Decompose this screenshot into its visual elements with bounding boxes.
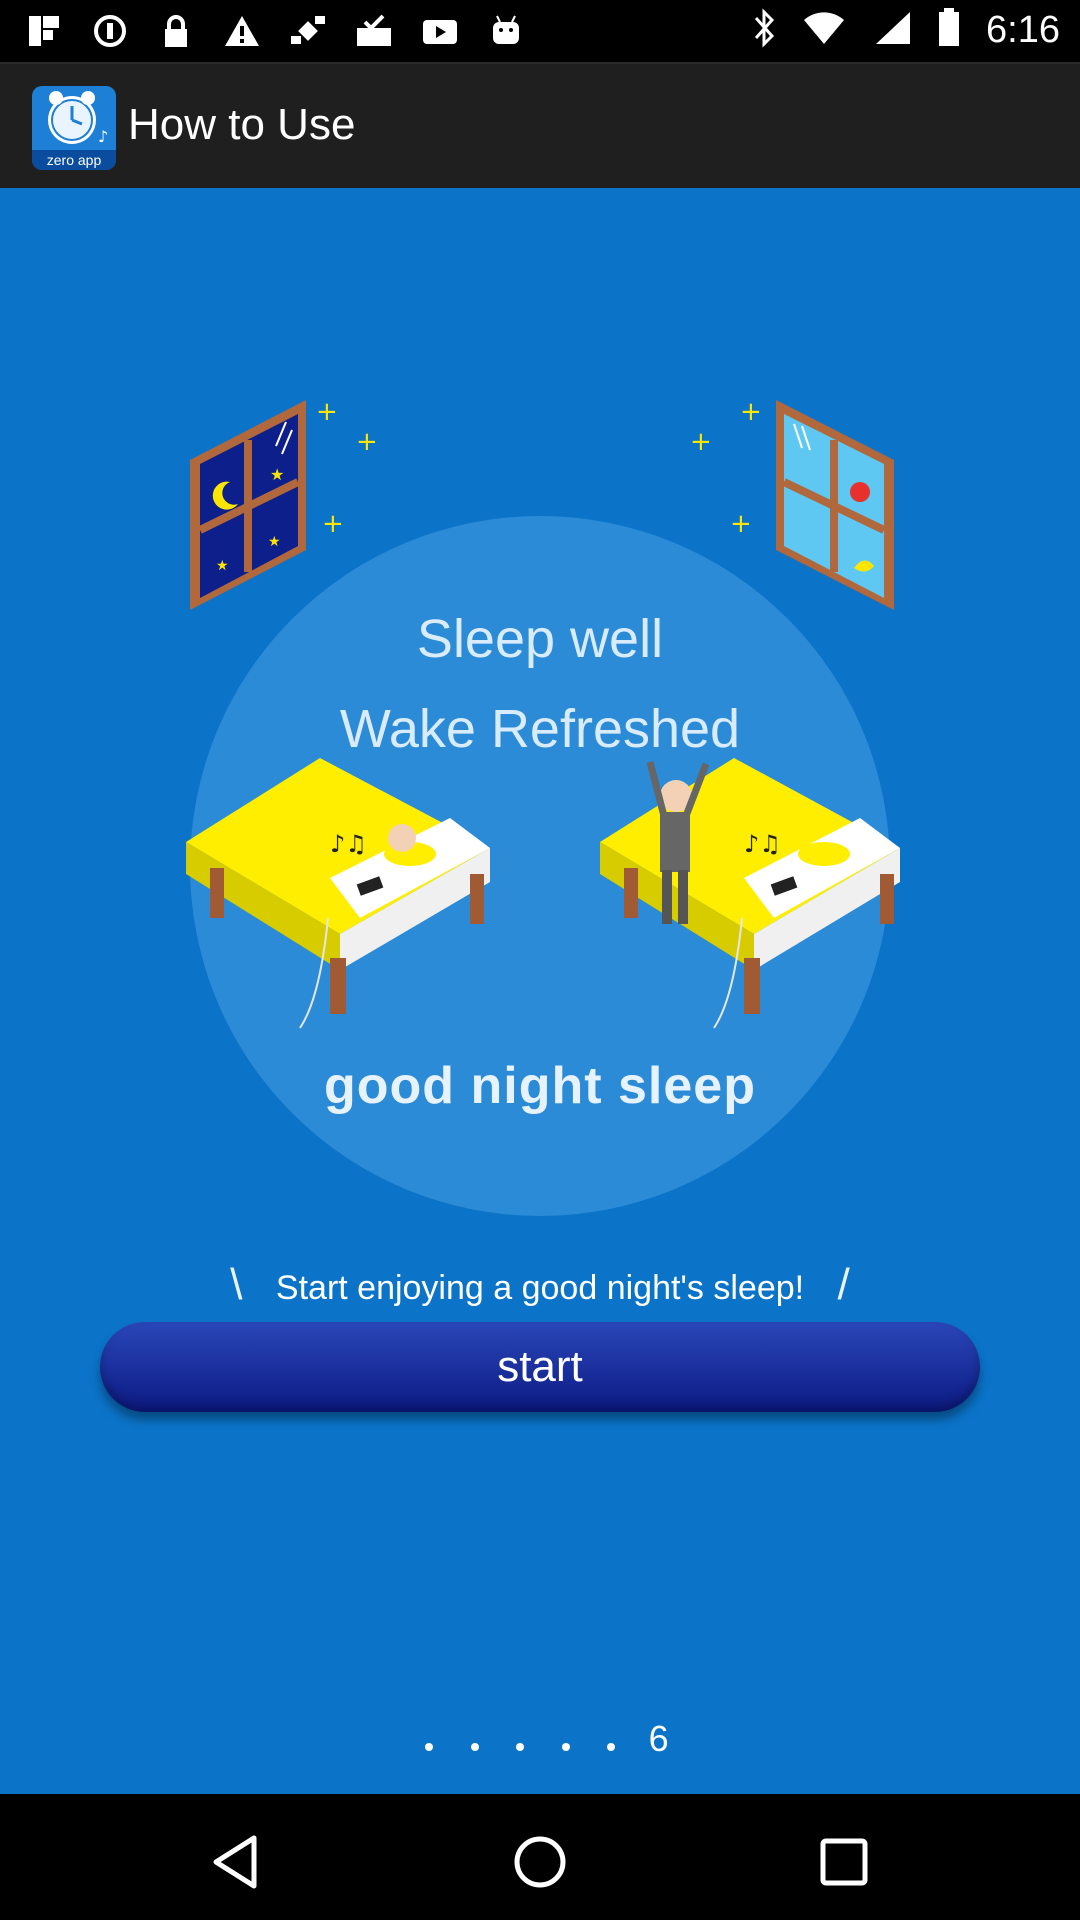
page-dot — [561, 1743, 570, 1751]
status-left-icons — [22, 10, 528, 52]
status-time: 6:16 — [986, 9, 1060, 51]
svg-text:+: + — [316, 400, 338, 427]
sleeping-bed-illustration: ♪♫ — [186, 758, 490, 1029]
svg-text:★: ★ — [268, 534, 281, 550]
page-dot — [607, 1743, 616, 1751]
warning-icon — [220, 10, 264, 52]
svg-text:+: + — [730, 509, 752, 539]
sleep-well-text: Sleep well — [416, 609, 664, 669]
wifi-icon — [802, 10, 846, 51]
android-icon — [484, 10, 528, 52]
page-dot — [516, 1743, 525, 1751]
svg-text:★: ★ — [270, 465, 284, 484]
svg-text:+: + — [740, 400, 762, 427]
start-button[interactable]: start — [100, 1322, 980, 1412]
navigation-bar — [0, 1794, 1080, 1920]
battery-icon — [938, 8, 960, 53]
caption-left-mark: \ — [230, 1260, 243, 1309]
flipboard-icon — [22, 10, 66, 52]
caption-text: Start enjoying a good night's sleep! — [275, 1269, 805, 1307]
home-icon[interactable] — [500, 1822, 580, 1902]
app-logo-icon[interactable]: ♪ zero app — [32, 86, 116, 170]
good-night-sleep-text: good night sleep — [324, 1057, 756, 1115]
svg-text:♪♫: ♪♫ — [330, 830, 367, 858]
current-page-number: 6 — [648, 1718, 669, 1759]
svg-text:+: + — [690, 427, 712, 457]
inbox-check-icon — [352, 10, 396, 52]
waking-bed-illustration: ♪♫ — [600, 758, 900, 1029]
svg-text:♪♫: ♪♫ — [744, 830, 781, 858]
day-window-illustration: + + + — [690, 400, 894, 610]
svg-text:♪: ♪ — [98, 127, 108, 146]
youtube-icon — [418, 10, 462, 52]
status-bar: 6:16 — [0, 0, 1080, 62]
app-bar: ♪ zero app How to Use — [0, 62, 1080, 190]
alarm-clock-icon: ♪ — [48, 91, 108, 146]
wake-refreshed-text: Wake Refreshed — [339, 699, 741, 759]
caption: \ Start enjoying a good night's sleep! / — [0, 1260, 1080, 1310]
signal-icon — [872, 10, 912, 51]
bluetooth-icon — [752, 8, 776, 53]
app-icon-brand-label: zero app — [32, 150, 116, 170]
satellite-icon — [286, 10, 330, 52]
caption-right-mark: / — [837, 1260, 850, 1309]
svg-text:★: ★ — [216, 558, 229, 574]
page-indicator: 6 — [0, 1718, 1080, 1760]
svg-text:+: + — [322, 509, 344, 539]
page-dot — [425, 1743, 434, 1751]
svg-text:+: + — [356, 427, 378, 457]
recents-icon[interactable] — [804, 1822, 884, 1902]
back-icon[interactable] — [196, 1822, 276, 1902]
tutorial-page: ★ ★ ★ + + + + + + Sleep well Wake Refres… — [0, 188, 1080, 1794]
circle-icon — [88, 10, 132, 52]
page-dot — [470, 1743, 479, 1751]
night-window-illustration: ★ ★ ★ + + + — [190, 400, 378, 610]
lock-icon — [154, 10, 198, 52]
status-right-icons: 6:16 — [752, 8, 1060, 53]
page-title: How to Use — [128, 100, 356, 149]
